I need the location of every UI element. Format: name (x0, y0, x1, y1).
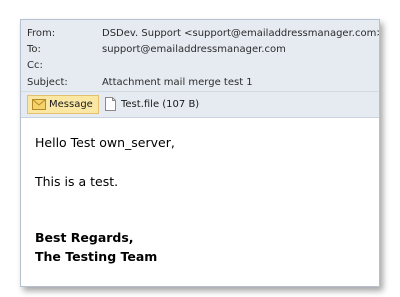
envelope-icon (32, 99, 46, 110)
to-label: To: (27, 44, 41, 55)
attachment-label: Test.file (107 B) (121, 99, 200, 110)
subject-row: Subject: Attachment mail merge test 1 (21, 74, 379, 91)
tab-message[interactable]: Message (27, 95, 99, 114)
from-row: From: DSDev. Support <support@emailaddre… (21, 25, 379, 42)
file-icon (105, 97, 116, 111)
to-row: To: support@emailaddressmanager.com (21, 41, 379, 58)
message-header: From: DSDev. Support <support@emailaddre… (21, 20, 379, 118)
subject-label: Subject: (27, 77, 68, 88)
from-value[interactable]: DSDev. Support <support@emailaddressmana… (102, 25, 379, 42)
closing-line-1: Best Regards, (35, 230, 134, 245)
header-divider (21, 91, 379, 92)
greeting-line: Hello Test own_server, (35, 135, 175, 150)
from-label: From: (27, 28, 56, 39)
email-window: From: DSDev. Support <support@emailaddre… (20, 19, 380, 287)
cc-row: Cc: (21, 57, 379, 74)
subject-value: Attachment mail merge test 1 (102, 77, 253, 88)
closing-line-2: The Testing Team (35, 249, 158, 264)
body-text-line: This is a test. (35, 174, 119, 189)
tab-message-label: Message (49, 99, 93, 110)
to-value[interactable]: support@emailaddressmanager.com (102, 41, 286, 58)
cc-label: Cc: (27, 60, 43, 71)
